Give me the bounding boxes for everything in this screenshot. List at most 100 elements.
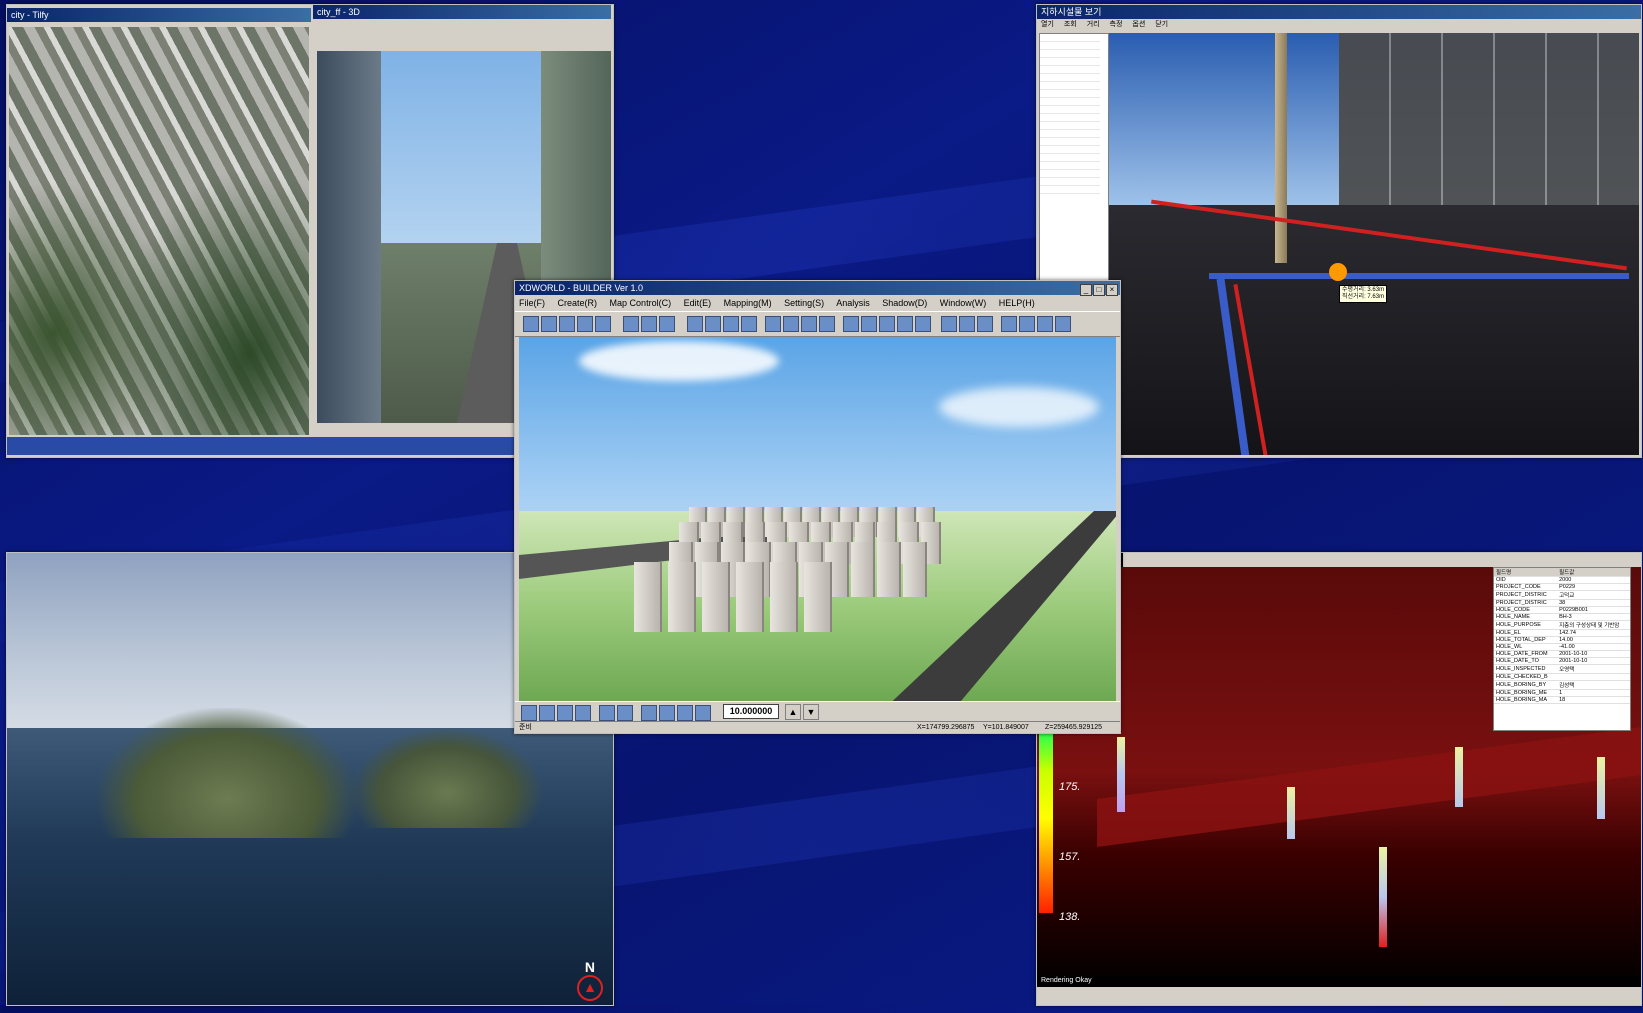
toolbar-tool-icon[interactable] [595,316,611,332]
property-row[interactable]: HOLE_BORING_ME 1 [1494,689,1630,697]
menu-shadow[interactable]: Shadow(D) [882,298,927,308]
property-row[interactable]: HOLE_EL 142.74 [1494,629,1630,637]
maximize-button[interactable]: □ [1093,284,1105,296]
toolbar-tool-icon[interactable] [819,316,835,332]
property-cell: 2001-10-10 [1557,657,1630,665]
toolbar-tool-icon[interactable] [915,316,931,332]
borehole-properties-panel[interactable]: 필드명 필드값 OID 2000 PROJECT_CODE P0229 PROJECT_DI… [1493,567,1631,731]
toolbar-tool-icon[interactable] [765,316,781,332]
toolbar-tool-icon[interactable] [541,316,557,332]
property-row[interactable]: HOLE_DATE_FROM 2001-10-10 [1494,650,1630,658]
bottom-tool-icon[interactable] [599,705,615,721]
toolbar-tool-icon[interactable] [941,316,957,332]
toolbar-tool-icon[interactable] [659,316,675,332]
property-row[interactable]: HOLE_PURPOSE 지층의 구성상태 및 기반암 [1494,620,1630,630]
toolbar-tool-icon[interactable] [1019,316,1035,332]
menu-window[interactable]: Window(W) [940,298,987,308]
bottom-tool-icon[interactable] [557,705,573,721]
property-row[interactable]: HOLE_CODE P0229B001 [1494,606,1630,614]
bottom-tool-icon[interactable] [659,705,675,721]
toolbar-distance-button[interactable]: 거리 [1087,21,1100,28]
menu-map-control[interactable]: Map Control(C) [610,298,672,308]
toolbar-tool-icon[interactable] [977,316,993,332]
menu-create[interactable]: Create(R) [558,298,598,308]
toolbar-tool-icon[interactable] [1055,316,1071,332]
toolbar-tool-icon[interactable] [801,316,817,332]
island-main [97,708,357,838]
toolbar-tool-icon[interactable] [641,316,657,332]
property-row[interactable]: HOLE_TOTAL_DEP 14.00 [1494,636,1630,644]
bottom-tool-icon[interactable] [617,705,633,721]
toolbar-tool-icon[interactable] [783,316,799,332]
bottom-tool-icon[interactable] [641,705,657,721]
toolbar-tool-icon[interactable] [723,316,739,332]
minimize-button[interactable]: _ [1080,284,1092,296]
menu-file[interactable]: File(F) [519,298,545,308]
toolbar-tool-icon[interactable] [523,316,539,332]
toolbar-tool-icon[interactable] [1037,316,1053,332]
property-row[interactable]: HOLE_DATE_TO 2001-10-10 [1494,657,1630,665]
toolbar-tool-icon[interactable] [897,316,913,332]
property-row[interactable]: PROJECT_DISTRIC 38 [1494,599,1630,607]
menu-mapping[interactable]: Mapping(M) [724,298,772,308]
bottom-tool-icon[interactable] [539,705,555,721]
aerial-city-view [9,27,309,435]
bottom-tool-icon[interactable] [677,705,693,721]
toolbar-tool-icon[interactable] [687,316,703,332]
property-cell: P0229B001 [1557,606,1630,614]
toolbar-measure-button[interactable]: 측정 [1110,21,1123,28]
property-row[interactable]: PROJECT_DISTRIC 고덕교 [1494,590,1630,600]
toolbar-tool-icon[interactable] [741,316,757,332]
toolbar-options-button[interactable]: 옵션 [1132,21,1145,28]
rendering-status: Rendering Okay [1041,977,1092,984]
window-title-secondary: city_ff - 3D [313,5,611,19]
scale-up-button[interactable]: ▲ [785,704,801,720]
property-row[interactable]: HOLE_INSPECTED 오영택 [1494,664,1630,674]
property-cell: 142.74 [1557,629,1630,637]
toolbar-query-button[interactable]: 조회 [1064,21,1077,28]
builder-3d-viewport[interactable] [519,337,1116,701]
property-row[interactable]: OID 2000 [1494,576,1630,584]
menu-analysis[interactable]: Analysis [836,298,870,308]
window-title: 지하시설물 보기 [1037,5,1641,19]
toolbar-tool-icon[interactable] [623,316,639,332]
bottom-tool-icon[interactable] [521,705,537,721]
scale-down-button[interactable]: ▼ [803,704,819,720]
toolbar-tool-icon[interactable] [959,316,975,332]
bottom-tool-icon[interactable] [575,705,591,721]
property-row[interactable]: HOLE_BORING_BY 김성택 [1494,680,1630,690]
viewer-toolbar [1123,553,1641,567]
menu-help[interactable]: HELP(H) [999,298,1035,308]
property-row[interactable]: HOLE_NAME BH-3 [1494,613,1630,621]
toolbar-tool-icon[interactable] [1001,316,1017,332]
apartment-building [851,542,875,597]
property-cell: PROJECT_DISTRIC [1494,599,1558,607]
toolbar-tool-icon[interactable] [861,316,877,332]
scale-input[interactable]: 10.000000 [723,704,779,719]
property-row[interactable]: HOLE_CHECKED_B [1494,673,1630,681]
underground-facilities-window: 지하시설물 보기 열기 조회 거리 측정 옵션 닫기 수평거리: 3.63m 직… [1036,4,1642,458]
toolbar-close-button[interactable]: 닫기 [1155,21,1168,28]
close-button[interactable]: × [1106,284,1118,296]
property-row[interactable]: 필드명 필드값 [1494,568,1630,577]
toolbar-tool-icon[interactable] [705,316,721,332]
toolbar-open-button[interactable]: 열기 [1041,21,1054,28]
property-cell: 오영택 [1557,664,1630,674]
property-row[interactable]: HOLE_BORING_MA 18 [1494,696,1630,704]
property-cell: HOLE_WL [1494,643,1558,651]
status-coord-x: X=174799.296875 [917,724,975,731]
builder-status-bar: 준비 X=174799.296875 Y=101.849007 Z=259465… [515,721,1120,733]
builder-menu-bar: File(F) Create(R) Map Control(C) Edit(E)… [515,295,1120,311]
toolbar-tool-icon[interactable] [843,316,859,332]
toolbar-tool-icon[interactable] [577,316,593,332]
menu-setting[interactable]: Setting(S) [784,298,824,308]
apartment-building [736,562,764,632]
toolbar-tool-icon[interactable] [559,316,575,332]
property-row[interactable]: HOLE_WL -41.00 [1494,643,1630,651]
property-row[interactable]: PROJECT_CODE P0229 [1494,583,1630,591]
elevation-legend [1039,723,1053,913]
menu-edit[interactable]: Edit(E) [684,298,712,308]
property-cell [1557,673,1630,681]
toolbar-tool-icon[interactable] [879,316,895,332]
bottom-tool-icon[interactable] [695,705,711,721]
